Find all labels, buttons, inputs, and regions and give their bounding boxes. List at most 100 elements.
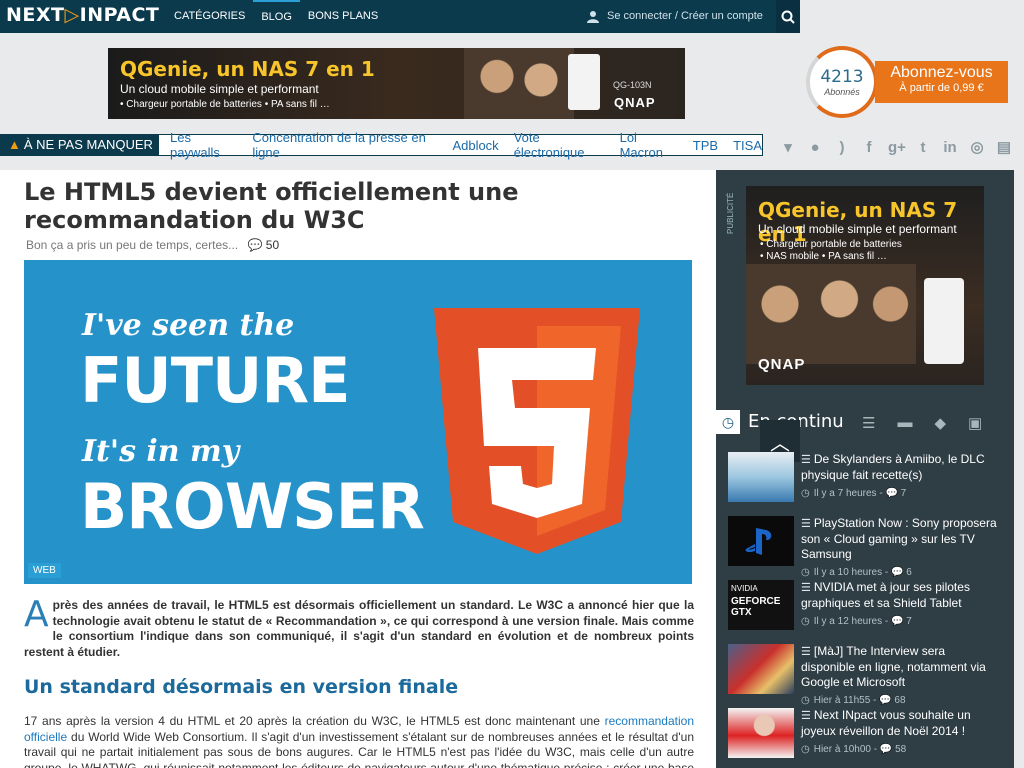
comment-icon: 💬: [885, 488, 898, 499]
comment-icon: 💬: [879, 744, 893, 755]
side-ad-brand-logo: QNAP: [758, 356, 806, 373]
nav-categories[interactable]: CATÉGORIES: [166, 0, 253, 33]
news-time: Hier à 11h55: [813, 695, 871, 706]
news-title[interactable]: [MàJ] The Interview sera disponible en l…: [801, 644, 986, 689]
clock-icon: ◷: [716, 410, 740, 434]
news-time: Il y a 7 heures: [813, 488, 877, 499]
login-link[interactable]: Se connecter / Créer un compte: [587, 0, 763, 33]
news-thumbnail: [728, 708, 794, 758]
comment-icon: 💬: [891, 616, 904, 627]
list-icon: ☰: [801, 518, 811, 530]
main-nav: CATÉGORIES BLOG BONS PLANS: [166, 0, 386, 33]
tag-link[interactable]: TPB: [693, 138, 718, 153]
pub-label-text: PUBLICITÉ: [726, 192, 735, 234]
news-title[interactable]: De Skylanders à Amiibo, le DLC physique …: [801, 452, 985, 482]
news-title[interactable]: PlayStation Now : Sony proposera son « C…: [801, 516, 997, 561]
side-ad-sub: Un cloud mobile simple et performant: [758, 222, 957, 236]
rss-icon[interactable]: ): [834, 139, 850, 156]
news-comments: 68: [894, 695, 906, 706]
list-icon: ☰: [801, 454, 811, 466]
clock-icon: ◷: [801, 695, 810, 706]
news-thumbnail: [728, 452, 794, 502]
para-text-a: 17 ans après la version 4 du HTML et 20 …: [24, 714, 605, 728]
subscribe-button[interactable]: Abonnez-vous À partir de 0,99 €: [875, 61, 1008, 103]
tag-link[interactable]: Loi Macron: [620, 130, 678, 160]
site-logo[interactable]: NEXT▷INPACT: [6, 4, 159, 26]
article-title: Le HTML5 devient officiellement une reco…: [24, 178, 519, 234]
comment-icon: 💬: [879, 695, 892, 706]
thumb-geforce-text: GEFORCE GTX: [731, 596, 781, 618]
ad-device-image: [568, 54, 600, 110]
github-icon[interactable]: ◎: [969, 138, 985, 156]
news-comments: 7: [906, 616, 912, 627]
comments-number: 50: [265, 238, 280, 252]
top-navbar: NEXT▷INPACT CATÉGORIES BLOG BONS PLANS S…: [0, 0, 800, 33]
nav-blog[interactable]: BLOG: [253, 0, 300, 33]
ad-photo: [464, 48, 574, 119]
news-comments: 58: [895, 744, 907, 755]
document-icon[interactable]: ▤: [996, 138, 1012, 156]
clock-icon: ◷: [801, 616, 810, 627]
list-icon: ☰: [801, 710, 811, 722]
ad-subline: Un cloud mobile simple et performant: [120, 82, 319, 96]
hero-line-1: I've seen the: [82, 308, 295, 343]
list-icon: ☰: [801, 582, 811, 594]
clock-icon: ◷: [801, 567, 810, 578]
news-title[interactable]: NVIDIA met à jour ses pilotes graphiques…: [801, 580, 970, 610]
tag-link[interactable]: Adblock: [452, 138, 498, 153]
twitter-icon[interactable]: t: [915, 139, 931, 156]
dont-miss-tags: Les paywalls Concentration de la presse …: [158, 130, 763, 160]
login-text: Se connecter / Créer un compte: [607, 10, 763, 22]
google-plus-icon[interactable]: g+: [888, 139, 906, 156]
nav-bons-plans[interactable]: BONS PLANS: [300, 0, 386, 33]
comments-count[interactable]: 💬 50: [247, 238, 279, 252]
ad-brand-logo: QNAP: [614, 95, 656, 110]
fire-icon: ▲: [8, 137, 21, 152]
ad-bullets: • Chargeur portable de batteries • PA sa…: [120, 99, 330, 110]
category-tag[interactable]: WEB: [28, 563, 61, 578]
community-icon[interactable]: ●: [807, 139, 823, 156]
tag-link[interactable]: TISA: [733, 138, 762, 153]
search-button[interactable]: [776, 0, 800, 33]
dropcap: A: [24, 594, 49, 635]
side-ad-photo: [746, 264, 916, 364]
article-subtitle: Bon ça a pris un peu de temps, certes...…: [26, 238, 279, 252]
tag-link[interactable]: Concentration de la presse en ligne: [252, 130, 437, 160]
thumb-nvidia-text: NVIDIA: [731, 584, 758, 593]
section-heading: Un standard désormais en version finale: [24, 676, 459, 698]
folder-icon[interactable]: ▬: [897, 414, 912, 432]
ad-headline: QGenie, un NAS 7 en 1: [120, 57, 375, 81]
sidebar-ad[interactable]: QGenie, un NAS 7 en 1 Un cloud mobile si…: [746, 186, 984, 385]
ad-model: QG-103N: [613, 80, 652, 90]
top-ad-banner[interactable]: QGenie, un NAS 7 en 1 Un cloud mobile si…: [108, 48, 685, 119]
pub-label: PUBLICITÉ: [726, 186, 738, 236]
tag-icon[interactable]: ◆: [934, 414, 946, 432]
tag-link[interactable]: Les paywalls: [170, 130, 237, 160]
news-thumbnail: [728, 516, 794, 566]
subscribers-counter: 4213 Abonnés: [806, 46, 878, 118]
list-icon: ☰: [801, 646, 811, 658]
news-title[interactable]: Next INpact vous souhaite un joyeux réve…: [801, 708, 971, 738]
rss-icon[interactable]: ▣: [968, 414, 982, 432]
logo-triangle-icon: ▷: [64, 4, 80, 26]
facebook-icon[interactable]: f: [861, 139, 877, 156]
article-paragraph: 17 ans après la version 4 du HTML et 20 …: [24, 714, 694, 768]
linkedin-icon[interactable]: in: [942, 139, 958, 156]
lead-text: près des années de travail, le HTML5 est…: [24, 598, 694, 659]
social-icons: ▾ ● ) f g+ t in ◎ ▤: [780, 138, 1012, 157]
hero-line-3: It's in my: [82, 434, 240, 469]
side-ad-device-image: [924, 278, 964, 364]
playstation-logo-icon: [745, 528, 772, 555]
news-comments: 6: [906, 567, 912, 578]
side-ad-bullet-1: • Chargeur portable de batteries: [760, 239, 902, 250]
html5-logo-icon: [434, 308, 640, 554]
search-icon: [781, 10, 795, 24]
para-text-b: du World Wide Web Consortium. Il s'agit …: [24, 729, 694, 768]
chevron-down-icon[interactable]: ▾: [780, 138, 796, 156]
tag-link[interactable]: Vote électronique: [514, 130, 605, 160]
user-icon: [587, 11, 599, 23]
subscribers-count: 4213: [820, 67, 864, 87]
news-time: Hier à 10h00: [813, 744, 871, 755]
list-icon[interactable]: ☰: [862, 414, 875, 432]
dont-miss-text: À NE PAS MANQUER: [23, 137, 153, 152]
